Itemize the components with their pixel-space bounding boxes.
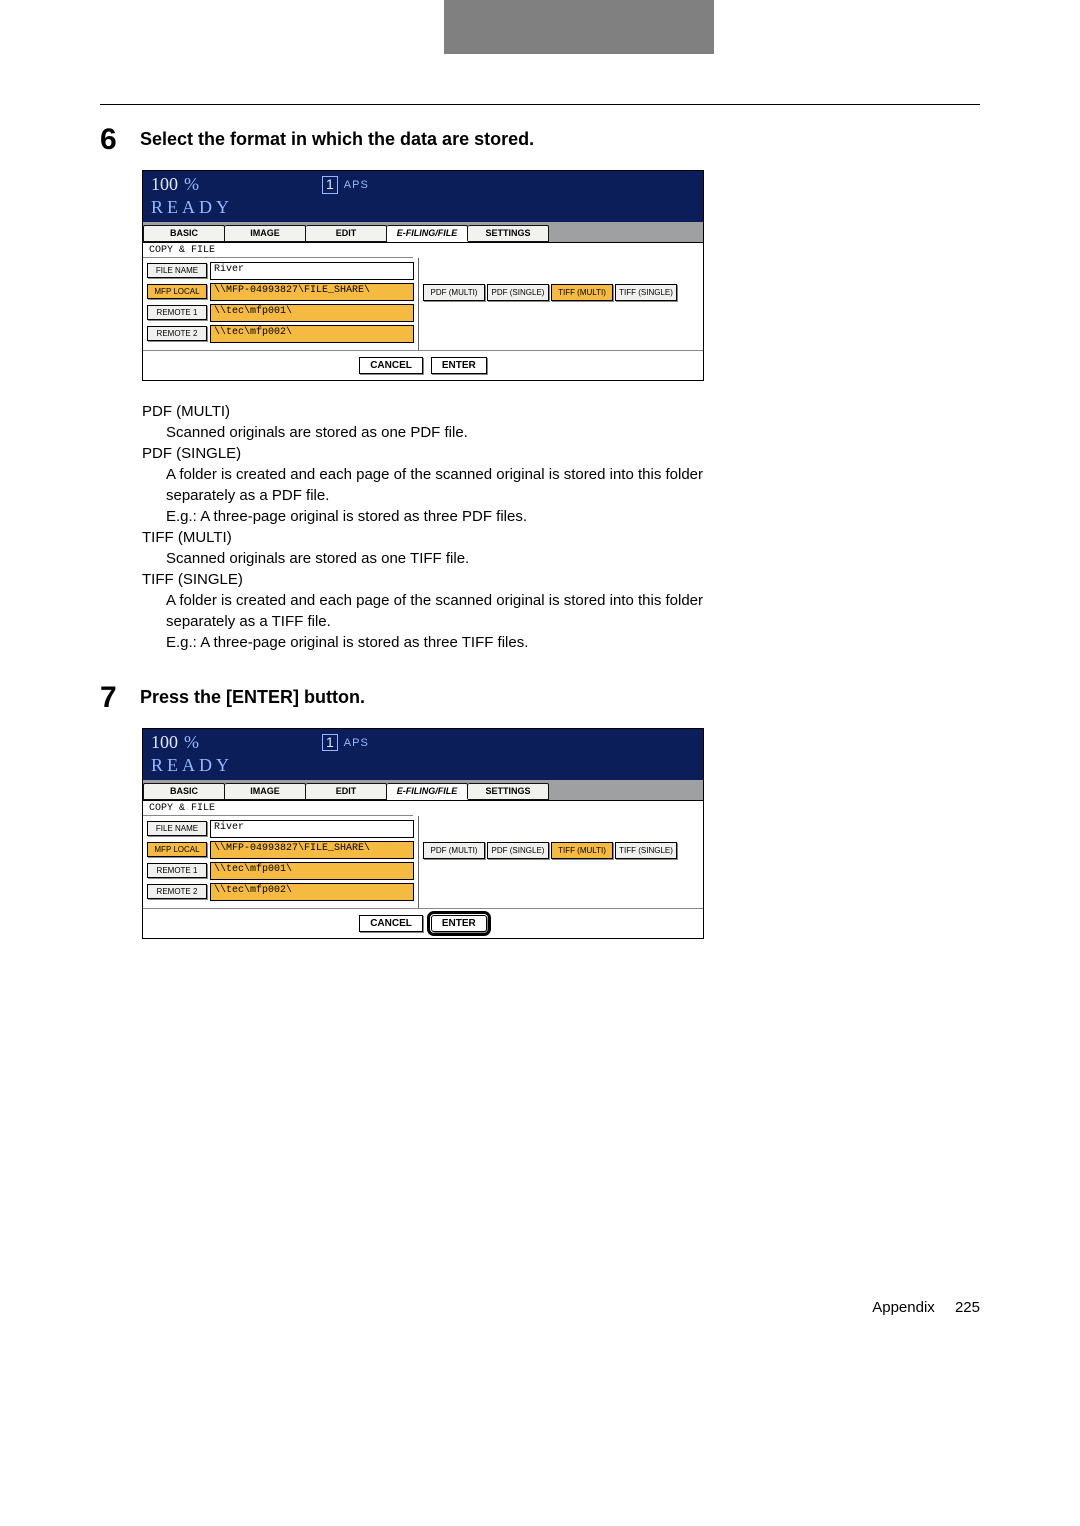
desc-pdf-single-body2: E.g.: A three-page original is stored as… (166, 506, 762, 527)
remote2-button[interactable]: REMOTE 2 (147, 884, 207, 899)
desc-tiff-multi-body: Scanned originals are stored as one TIFF… (166, 548, 762, 569)
desc-tiff-single-body1: A folder is created and each page of the… (166, 590, 762, 632)
page-top-bar (0, 0, 1080, 54)
cancel-button[interactable]: CANCEL (359, 915, 423, 932)
desc-pdf-multi-body: Scanned originals are stored as one PDF … (166, 422, 762, 443)
horizontal-rule (100, 104, 980, 105)
mfplocal-button[interactable]: MFP LOCAL (147, 842, 207, 857)
pdf-multi-button[interactable]: PDF (MULTI) (423, 284, 485, 301)
desc-tiff-single-body2: E.g.: A three-page original is stored as… (166, 632, 762, 653)
footer-section: Appendix (872, 1299, 935, 1316)
tiff-single-button[interactable]: TIFF (SINGLE) (615, 842, 677, 859)
tiff-multi-button[interactable]: TIFF (MULTI) (551, 842, 613, 859)
mfplocal-field[interactable]: \\MFP-04993827\FILE_SHARE\ (210, 283, 414, 301)
panel-header: 100 % 1 APS (143, 729, 703, 755)
footer-page: 225 (955, 1299, 980, 1316)
remote1-button[interactable]: REMOTE 1 (147, 305, 207, 320)
tab-bar: BASIC IMAGE EDIT E-FILING/FILE SETTINGS (143, 225, 703, 242)
filename-button[interactable]: FILE NAME (147, 821, 207, 836)
desc-tiff-multi-title: TIFF (MULTI) (142, 527, 762, 548)
pdf-single-button[interactable]: PDF (SINGLE) (487, 842, 549, 859)
format-descriptions: PDF (MULTI) Scanned originals are stored… (142, 401, 762, 653)
panel-header: 100 % 1 APS (143, 171, 703, 197)
desc-tiff-single-title: TIFF (SINGLE) (142, 569, 762, 590)
tiff-single-button[interactable]: TIFF (SINGLE) (615, 284, 677, 301)
count-value: 1 (322, 176, 338, 193)
mode-label: COPY & FILE (143, 243, 413, 258)
tab-settings[interactable]: SETTINGS (468, 783, 549, 800)
tab-bar: BASIC IMAGE EDIT E-FILING/FILE SETTINGS (143, 783, 703, 800)
step-title: Select the format in which the data are … (140, 129, 534, 155)
remote2-field[interactable]: \\tec\mfp002\ (210, 325, 414, 343)
remote2-button[interactable]: REMOTE 2 (147, 326, 207, 341)
step-title: Press the [ENTER] button. (140, 687, 365, 713)
step-7: 7 Press the [ENTER] button. (100, 683, 980, 713)
mfp-panel-step7: 100 % 1 APS READY BASIC IMAGE EDIT E-FIL… (142, 728, 704, 939)
aps-label: APS (344, 179, 369, 191)
enter-button-highlighted[interactable]: ENTER (431, 915, 487, 932)
percent-value: 100 (151, 175, 178, 195)
filename-button[interactable]: FILE NAME (147, 263, 207, 278)
remote2-field[interactable]: \\tec\mfp002\ (210, 883, 414, 901)
percent-value: 100 (151, 733, 178, 753)
tab-image[interactable]: IMAGE (225, 783, 306, 800)
ready-status: READY (143, 755, 703, 780)
count-value: 1 (322, 734, 338, 751)
percent-sign: % (184, 175, 200, 195)
page-footer: Appendix 225 (0, 1299, 1080, 1346)
pdf-multi-button[interactable]: PDF (MULTI) (423, 842, 485, 859)
step-number: 7 (100, 683, 140, 713)
tab-edit[interactable]: EDIT (306, 225, 387, 242)
tab-edit[interactable]: EDIT (306, 783, 387, 800)
desc-pdf-single-body1: A folder is created and each page of the… (166, 464, 762, 506)
desc-pdf-multi-title: PDF (MULTI) (142, 401, 762, 422)
page-top-tab (444, 0, 714, 54)
ready-status: READY (143, 197, 703, 222)
remote1-field[interactable]: \\tec\mfp001\ (210, 862, 414, 880)
mfplocal-field[interactable]: \\MFP-04993827\FILE_SHARE\ (210, 841, 414, 859)
step-number: 6 (100, 125, 140, 155)
mfp-panel-step6: 100 % 1 APS READY BASIC IMAGE EDIT E-FIL… (142, 170, 704, 381)
tab-efiling[interactable]: E-FILING/FILE (387, 225, 468, 242)
tab-efiling[interactable]: E-FILING/FILE (387, 783, 468, 800)
filename-field[interactable]: River (210, 820, 414, 838)
tiff-multi-button[interactable]: TIFF (MULTI) (551, 284, 613, 301)
mfplocal-button[interactable]: MFP LOCAL (147, 284, 207, 299)
desc-pdf-single-title: PDF (SINGLE) (142, 443, 762, 464)
tab-settings[interactable]: SETTINGS (468, 225, 549, 242)
tab-basic[interactable]: BASIC (143, 225, 225, 242)
step-6: 6 Select the format in which the data ar… (100, 125, 980, 155)
tab-image[interactable]: IMAGE (225, 225, 306, 242)
aps-label: APS (344, 737, 369, 749)
tab-basic[interactable]: BASIC (143, 783, 225, 800)
remote1-button[interactable]: REMOTE 1 (147, 863, 207, 878)
enter-button[interactable]: ENTER (431, 357, 487, 374)
filename-field[interactable]: River (210, 262, 414, 280)
mode-label: COPY & FILE (143, 801, 413, 816)
pdf-single-button[interactable]: PDF (SINGLE) (487, 284, 549, 301)
remote1-field[interactable]: \\tec\mfp001\ (210, 304, 414, 322)
percent-sign: % (184, 733, 200, 753)
cancel-button[interactable]: CANCEL (359, 357, 423, 374)
